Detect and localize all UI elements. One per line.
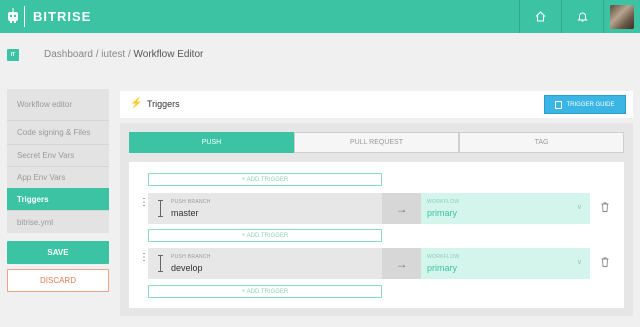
branch-icon bbox=[158, 255, 163, 272]
breadcrumb-separator: / bbox=[127, 49, 131, 60]
save-button[interactable]: SAVE bbox=[7, 241, 109, 264]
trigger-row: ⋮ PUSH BRANCH develop → WORKFLOW primary… bbox=[139, 248, 609, 279]
sidebar-item-triggers[interactable]: Triggers bbox=[7, 188, 109, 210]
tab-pull-request[interactable]: PULL REQUEST bbox=[294, 132, 459, 153]
workflow-select-label: WORKFLOW bbox=[427, 254, 460, 260]
breadcrumb-app[interactable]: iutest bbox=[101, 49, 125, 60]
branch-field-value[interactable]: develop bbox=[171, 263, 203, 273]
trash-icon[interactable] bbox=[601, 202, 609, 212]
trigger-list: + ADD TRIGGER ⋮ PUSH BRANCH master → WOR… bbox=[129, 162, 624, 308]
triggers-header: ⚡ Triggers TRIGGER GUIDE bbox=[120, 91, 633, 118]
branch-field[interactable]: PUSH BRANCH develop bbox=[148, 248, 382, 279]
sidebar: Workflow editor Code signing & Files Sec… bbox=[7, 89, 109, 233]
brand-name[interactable]: BITRISE bbox=[33, 9, 91, 24]
breadcrumb: Dashboard / iutest / Workflow Editor bbox=[44, 49, 203, 60]
sidebar-item-workflow-editor[interactable]: Workflow editor bbox=[7, 89, 109, 120]
workflow-select-label: WORKFLOW bbox=[427, 199, 460, 205]
breadcrumb-dashboard[interactable]: Dashboard bbox=[44, 49, 93, 60]
avatar[interactable] bbox=[610, 4, 634, 29]
workflow-select[interactable]: WORKFLOW primary ∨ bbox=[421, 248, 590, 279]
sidebar-item-bitrise-yml[interactable]: bitrise.yml bbox=[7, 210, 109, 233]
sidebar-item-app-env-vars[interactable]: App Env Vars bbox=[7, 166, 109, 188]
workflow-select-value: primary bbox=[427, 263, 458, 273]
branch-field-label: PUSH BRANCH bbox=[171, 254, 211, 260]
drag-handle-icon[interactable]: ⋮ bbox=[139, 198, 149, 208]
trigger-guide-button[interactable]: TRIGGER GUIDE bbox=[544, 95, 626, 114]
lightning-icon: ⚡ bbox=[130, 98, 143, 109]
trigger-type-tabs: PUSH PULL REQUEST TAG bbox=[129, 132, 624, 153]
sidebar-item-secret-env-vars[interactable]: Secret Env Vars bbox=[7, 144, 109, 166]
chevron-down-icon: ∨ bbox=[576, 259, 582, 266]
discard-button[interactable]: DISCARD bbox=[7, 269, 109, 292]
arrow-right-icon: → bbox=[382, 248, 421, 279]
user-menu[interactable] bbox=[603, 0, 640, 33]
arrow-right-icon: → bbox=[382, 193, 421, 224]
workflow-select-value: primary bbox=[427, 208, 458, 218]
tab-push[interactable]: PUSH bbox=[129, 132, 294, 153]
branch-field[interactable]: PUSH BRANCH master bbox=[148, 193, 382, 224]
top-bar: BITRISE bbox=[0, 0, 640, 33]
bitrise-robot-icon[interactable] bbox=[7, 7, 19, 24]
branch-icon bbox=[158, 200, 163, 217]
add-trigger-button[interactable]: + ADD TRIGGER bbox=[148, 285, 382, 298]
trigger-row: ⋮ PUSH BRANCH master → WORKFLOW primary … bbox=[139, 193, 609, 224]
add-trigger-button[interactable]: + ADD TRIGGER bbox=[148, 229, 382, 242]
trigger-guide-label: TRIGGER GUIDE bbox=[566, 101, 615, 108]
workflow-select[interactable]: WORKFLOW primary ∨ bbox=[421, 193, 590, 224]
logo-divider bbox=[24, 6, 25, 27]
bell-icon bbox=[577, 12, 588, 22]
tab-tag[interactable]: TAG bbox=[459, 132, 624, 153]
add-trigger-button[interactable]: + ADD TRIGGER bbox=[148, 173, 382, 186]
book-icon bbox=[555, 100, 563, 109]
notifications-button[interactable] bbox=[561, 0, 603, 33]
branch-field-label: PUSH BRANCH bbox=[171, 199, 211, 205]
home-icon bbox=[535, 11, 546, 22]
breadcrumb-separator: / bbox=[95, 49, 99, 60]
app-badge: IT bbox=[7, 49, 19, 61]
trash-icon[interactable] bbox=[601, 257, 609, 267]
drag-handle-icon[interactable]: ⋮ bbox=[139, 253, 149, 263]
chevron-down-icon: ∨ bbox=[576, 204, 582, 211]
page-title: Triggers bbox=[147, 99, 180, 109]
sidebar-item-code-signing[interactable]: Code signing & Files bbox=[7, 120, 109, 144]
breadcrumb-current: Workflow Editor bbox=[133, 49, 204, 60]
home-button[interactable] bbox=[519, 0, 561, 33]
triggers-panel: PUSH PULL REQUEST TAG + ADD TRIGGER ⋮ PU… bbox=[120, 123, 633, 316]
branch-field-value[interactable]: master bbox=[171, 208, 199, 218]
